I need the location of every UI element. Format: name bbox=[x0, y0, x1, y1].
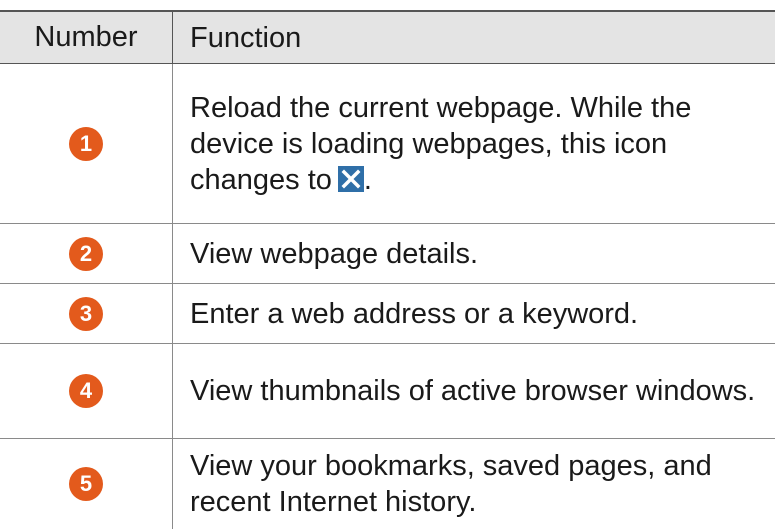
table-row: 1 Reload the current webpage. While the … bbox=[0, 64, 775, 224]
header-function: Function bbox=[172, 12, 775, 63]
number-badge-1: 1 bbox=[69, 126, 103, 161]
function-text: View thumbnails of active browser window… bbox=[190, 375, 756, 407]
table-row: 4 View thumbnails of active browser wind… bbox=[0, 344, 775, 439]
function-text: View your bookmarks, saved pages, and re… bbox=[190, 450, 712, 518]
table-row: 3 Enter a web address or a keyword. bbox=[0, 284, 775, 344]
table-row: 5 View your bookmarks, saved pages, and … bbox=[0, 439, 775, 529]
function-text: View webpage details. bbox=[190, 237, 479, 270]
function-text: Reload the current webpage. While the de… bbox=[190, 91, 692, 196]
table-row: 2 View webpage details. bbox=[0, 224, 775, 284]
number-badge-4: 4 bbox=[69, 374, 103, 408]
header-number: Number bbox=[34, 21, 138, 53]
function-text: Enter a web address or a keyword. bbox=[190, 297, 639, 330]
number-badge-2: 2 bbox=[69, 236, 103, 271]
number-badge-3: 3 bbox=[69, 296, 103, 331]
table-header-row: Number Function bbox=[0, 10, 775, 64]
function-table: Number Function 1 Reload the current web… bbox=[0, 10, 775, 529]
number-badge-5: 5 bbox=[69, 467, 103, 501]
close-x-icon bbox=[337, 165, 364, 192]
